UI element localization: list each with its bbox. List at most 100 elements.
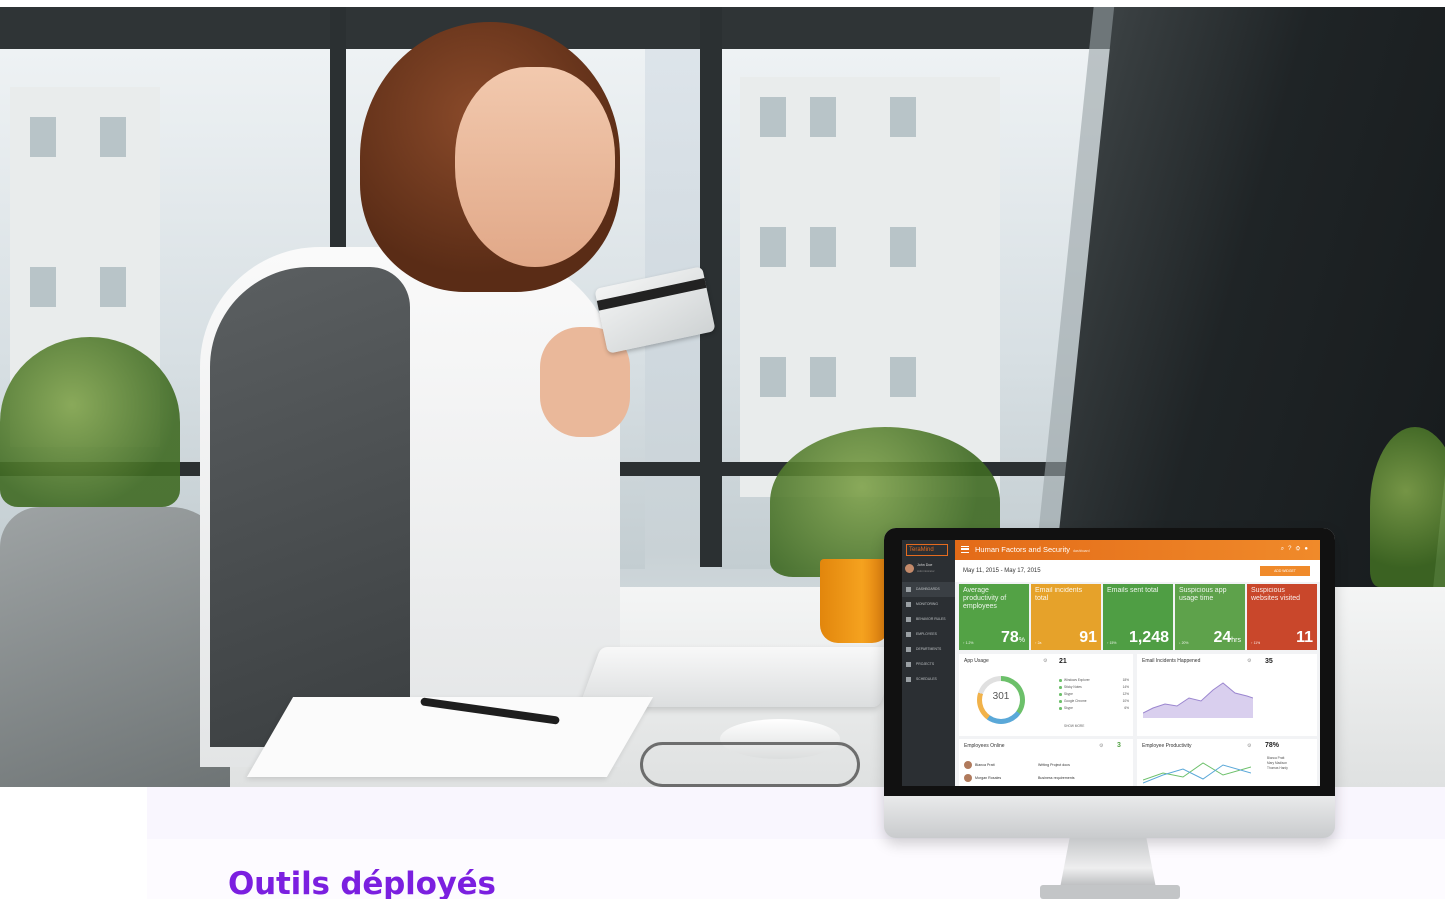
list-item: Skype 6%: [1059, 706, 1129, 713]
folder-icon: [906, 662, 911, 667]
coffee-mug: [820, 559, 890, 643]
bell-icon[interactable]: ●: [1304, 546, 1312, 552]
gear-icon[interactable]: ⚙: [1247, 658, 1251, 664]
person-face: [455, 67, 615, 267]
kpi-value: 1,248: [1129, 629, 1169, 647]
kpi-unit: hrs: [1231, 637, 1241, 644]
productivity-pct: 78%: [1265, 742, 1280, 749]
help-icon[interactable]: ?: [1288, 546, 1295, 552]
chair: [0, 507, 230, 787]
kpi-number: 78: [1000, 629, 1019, 646]
rules-icon: [906, 617, 911, 622]
app-usage-panel: App Usage ⚙ 301 21 Windows Explorer 18% S…: [959, 654, 1133, 736]
sidebar-item-dashboards[interactable]: DASHBOARDS: [902, 582, 955, 597]
dashboard-sidebar: TeraMind John Doe Administrator DASHBOAR…: [902, 540, 955, 786]
monitor-icon: [906, 602, 911, 607]
user-profile[interactable]: John Doe Administrator: [905, 562, 953, 578]
sidebar-item-schedules[interactable]: SCHEDULES: [902, 672, 955, 687]
gear-icon[interactable]: ⚙: [1043, 658, 1047, 664]
section-title: Outils déployés: [228, 866, 496, 899]
sidebar-item-label: BEHAVIOR RULES: [916, 617, 946, 621]
panel-title: App Usage: [964, 658, 989, 664]
date-row: May 11, 2015 - May 17, 2015 ADD WIDGET: [955, 560, 1320, 582]
monitor-chin: [884, 796, 1335, 838]
sidebar-item-employees[interactable]: EMPLOYEES: [902, 627, 955, 642]
kpi-value: 24hrs: [1213, 629, 1241, 647]
kpi-value: 91: [1079, 629, 1097, 647]
dashboard-screen: TeraMind John Doe Administrator DASHBOAR…: [902, 540, 1320, 786]
sidebar-item-label: SCHEDULES: [916, 677, 937, 681]
kpi-label: Emails sent total: [1107, 587, 1159, 594]
sidebar-item-departments[interactable]: DEPARTMENTS: [902, 642, 955, 657]
employee-name: Bianca Pratt: [975, 763, 995, 767]
kpi-tile[interactable]: Suspicious app usage time ↓ 20% 24hrs: [1175, 584, 1245, 650]
sidebar-item-behavior-rules[interactable]: BEHAVIOR RULES: [902, 612, 955, 627]
table-row[interactable]: Bianca Pratt Writing Project docs: [964, 761, 1114, 771]
kpi-tile[interactable]: Email incidents total ↑ 2a 91: [1031, 584, 1101, 650]
app-pct: 14%: [1122, 685, 1129, 689]
list-item: Skype 12%: [1059, 692, 1129, 699]
sidebar-item-label: PROJECTS: [916, 662, 935, 666]
line-chart: [1143, 762, 1251, 784]
employees-online-panel: Employees Online ⚙ 3 Bianca Pratt Writin…: [959, 739, 1133, 786]
dashboard-title: Human Factors and Security dashboard: [975, 545, 1090, 554]
user-role: Administrator: [917, 569, 935, 573]
app-name: Windows Explorer: [1064, 678, 1090, 682]
dashboard-icon: [906, 587, 911, 592]
kpi-number: 24: [1213, 629, 1232, 646]
monitor-stand: [1060, 838, 1156, 888]
eyeglasses: [640, 742, 860, 787]
employee-task: Writing Project docs: [1038, 763, 1070, 767]
app-total: 21: [1059, 658, 1067, 665]
kpi-tile[interactable]: Average productivity of employees ↑ 1.2%…: [959, 584, 1029, 650]
productivity-people: Bianca Pratt Mary Madison Thomas Hardy: [1267, 756, 1288, 771]
email-incidents-panel: Email Incidents Happened ⚙ 35: [1137, 654, 1317, 736]
gear-icon[interactable]: ⚙: [1247, 743, 1251, 749]
kpi-tiles: Average productivity of employees ↑ 1.2%…: [959, 584, 1317, 650]
plant: [0, 337, 180, 507]
user-name: John Doe: [917, 563, 933, 567]
kpi-label: Email incidents total: [1035, 587, 1083, 602]
kpi-number: 11: [1296, 629, 1313, 646]
table-row[interactable]: Morgan Rosales Business requirements: [964, 774, 1114, 784]
employee-name: Morgan Rosales: [975, 776, 1002, 780]
kpi-value: 78%: [1001, 629, 1025, 647]
kpi-label: Suspicious websites visited: [1251, 587, 1301, 602]
content-left-margin: [0, 787, 147, 899]
online-count: 3: [1117, 742, 1121, 749]
avatar: [964, 761, 972, 769]
panel-title: Employee Productivity: [1142, 743, 1192, 749]
kpi-trend: ↑ 11%: [1251, 641, 1261, 645]
panel-title: Employees Online: [964, 743, 1005, 749]
employee-task: Business requirements: [1038, 776, 1075, 780]
show-more-link[interactable]: SHOW MORE: [1064, 724, 1084, 728]
avatar: [905, 564, 914, 573]
kpi-number: 91: [1079, 629, 1097, 646]
app-list: Windows Explorer 18% Sticky Notes 14% Skyp…: [1059, 678, 1129, 713]
menu-icon[interactable]: [961, 546, 969, 553]
employee-productivity-panel: Employee Productivity ⚙ 78% Bianca Pratt…: [1137, 739, 1317, 786]
incident-count: 35: [1265, 658, 1273, 665]
area-chart: [1143, 682, 1253, 718]
sidebar-item-label: DEPARTMENTS: [916, 647, 942, 651]
app-name: Google Chrome: [1064, 699, 1087, 703]
app-name: Skype: [1064, 692, 1073, 696]
person-vest: [210, 267, 410, 747]
person-icon: [906, 632, 911, 637]
dashboard-logo[interactable]: TeraMind: [906, 544, 948, 556]
sidebar-item-monitoring[interactable]: MONITORING: [902, 597, 955, 612]
kpi-tile[interactable]: Suspicious websites visited ↑ 11% 11: [1247, 584, 1317, 650]
topbar-tools: ⌕?⚙●: [1281, 546, 1312, 553]
monitor-foot: [1040, 885, 1180, 899]
gear-icon[interactable]: ⚙: [1099, 743, 1103, 749]
series-line: [1143, 762, 1251, 781]
sidebar-item-label: DASHBOARDS: [916, 587, 940, 591]
add-widget-button[interactable]: ADD WIDGET: [1260, 566, 1310, 576]
kpi-tile[interactable]: Emails sent total ↑ 15% 1,248: [1103, 584, 1173, 650]
kpi-trend: ↑ 1.2%: [963, 641, 974, 645]
sidebar-item-projects[interactable]: PROJECTS: [902, 657, 955, 672]
app-pct: 12%: [1122, 692, 1129, 696]
dashboard-topbar: Human Factors and Security dashboard ⌕?⚙●: [955, 540, 1320, 560]
date-range[interactable]: May 11, 2015 - May 17, 2015: [963, 568, 1041, 574]
kpi-trend: ↓ 20%: [1179, 641, 1189, 645]
